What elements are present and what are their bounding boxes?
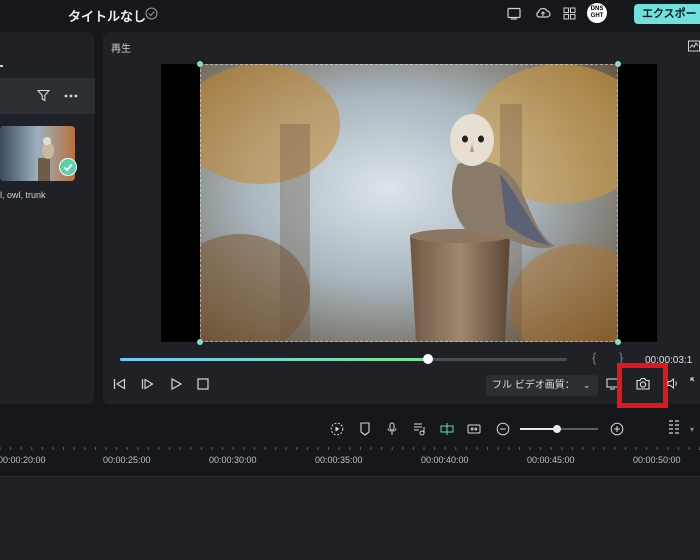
playback-progress-fill [120, 358, 428, 361]
next-frame-icon[interactable] [141, 378, 154, 390]
avatar[interactable]: DNS GHT [587, 3, 607, 23]
mark-in-icon[interactable]: { [592, 350, 596, 365]
fullscreen-icon[interactable] [690, 377, 700, 387]
avatar-text: DNS GHT [590, 6, 604, 19]
export-button[interactable]: エクスポート [634, 4, 700, 24]
grid-apps-icon[interactable] [563, 7, 576, 20]
status-circle-icon[interactable] [145, 7, 158, 20]
split-snap-icon[interactable] [440, 422, 454, 436]
ruler-label: 00:00:50:00 [633, 455, 681, 465]
ruler-label: 00:00:30:00 [209, 455, 257, 465]
timeline-track-area[interactable] [0, 477, 700, 560]
ruler-label: 00:00:25:00 [103, 455, 151, 465]
crop-handle-top-right[interactable] [615, 61, 621, 67]
play-icon[interactable] [170, 378, 182, 390]
stop-icon[interactable] [197, 378, 209, 390]
microphone-icon[interactable] [386, 422, 398, 436]
snapshot-highlight-box [617, 363, 668, 408]
monitor-icon[interactable] [507, 7, 521, 20]
waveform-monitor-icon[interactable] [688, 40, 700, 52]
zoom-out-icon[interactable] [496, 422, 510, 436]
playhead-knob[interactable] [423, 354, 433, 364]
dropdown-arrow-icon[interactable]: ▾ [690, 425, 694, 434]
previous-frame-icon[interactable] [113, 378, 126, 390]
filter-icon[interactable] [37, 89, 50, 102]
video-quality-select[interactable]: フル ビデオ画質： ⌄ [486, 375, 598, 396]
crop-frame[interactable] [200, 64, 618, 342]
ruler-label: 00:00:45:00 [527, 455, 575, 465]
thumbnail-tags: l, owl, trunk [0, 190, 46, 200]
ruler-label: 00:00:20:00 [0, 455, 46, 465]
selected-check-icon [59, 158, 77, 176]
crop-handle-top-left[interactable] [197, 61, 203, 67]
zoom-slider-fill [520, 428, 557, 430]
player-label: 再生 [111, 44, 131, 55]
audio-list-icon[interactable] [413, 422, 426, 436]
auto-edit-icon[interactable] [330, 422, 344, 436]
crop-handle-bottom-left[interactable] [197, 339, 203, 345]
zoom-in-icon[interactable] [610, 422, 624, 436]
fit-to-window-icon[interactable] [467, 422, 481, 436]
marker-icon[interactable] [359, 422, 371, 436]
project-title[interactable]: タイトルなし [68, 6, 146, 25]
zoom-slider-knob[interactable] [553, 425, 561, 433]
video-quality-label: フル ビデオ画質： [492, 380, 575, 391]
ruler-label: 00:00:40:00 [421, 455, 469, 465]
media-tab-underline [0, 65, 3, 67]
crop-handle-bottom-right[interactable] [615, 339, 621, 345]
more-options-icon[interactable] [64, 94, 78, 98]
volume-icon[interactable] [667, 377, 679, 390]
chevron-down-icon: ⌄ [583, 380, 591, 390]
track-layout-icon[interactable] [668, 419, 681, 437]
ruler-label: 00:00:35:00 [315, 455, 363, 465]
cloud-upload-icon[interactable] [535, 6, 551, 20]
